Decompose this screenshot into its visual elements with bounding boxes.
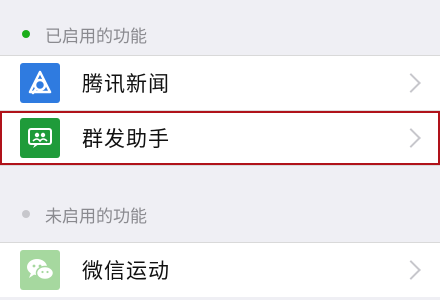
enabled-section-header: 已启用的功能 [0, 21, 440, 47]
disabled-section-title: 未启用的功能 [45, 206, 147, 227]
feature-row-wechat-sport[interactable]: 微信运动 [0, 243, 440, 297]
disabled-section-header: 未启用的功能 [0, 201, 440, 227]
mass-message-icon [20, 118, 60, 158]
feature-row-mass-message[interactable]: 群发助手 [0, 111, 440, 165]
feature-label: 微信运动 [82, 259, 170, 283]
wechat-icon [20, 250, 60, 290]
feature-label: 腾讯新闻 [82, 72, 170, 96]
enabled-feature-list: 腾讯新闻 群发助手 [0, 55, 440, 166]
chevron-right-icon [401, 128, 421, 148]
feature-label: 群发助手 [82, 127, 170, 151]
chevron-right-icon [401, 73, 421, 93]
gray-dot-icon [22, 210, 30, 218]
feature-row-tencent-news[interactable]: 腾讯新闻 [0, 56, 440, 110]
enabled-section-title: 已启用的功能 [45, 26, 147, 47]
chevron-right-icon [401, 260, 421, 280]
green-dot-icon [22, 30, 30, 38]
disabled-feature-list: 微信运动 [0, 242, 440, 297]
tencent-news-icon [20, 63, 60, 103]
